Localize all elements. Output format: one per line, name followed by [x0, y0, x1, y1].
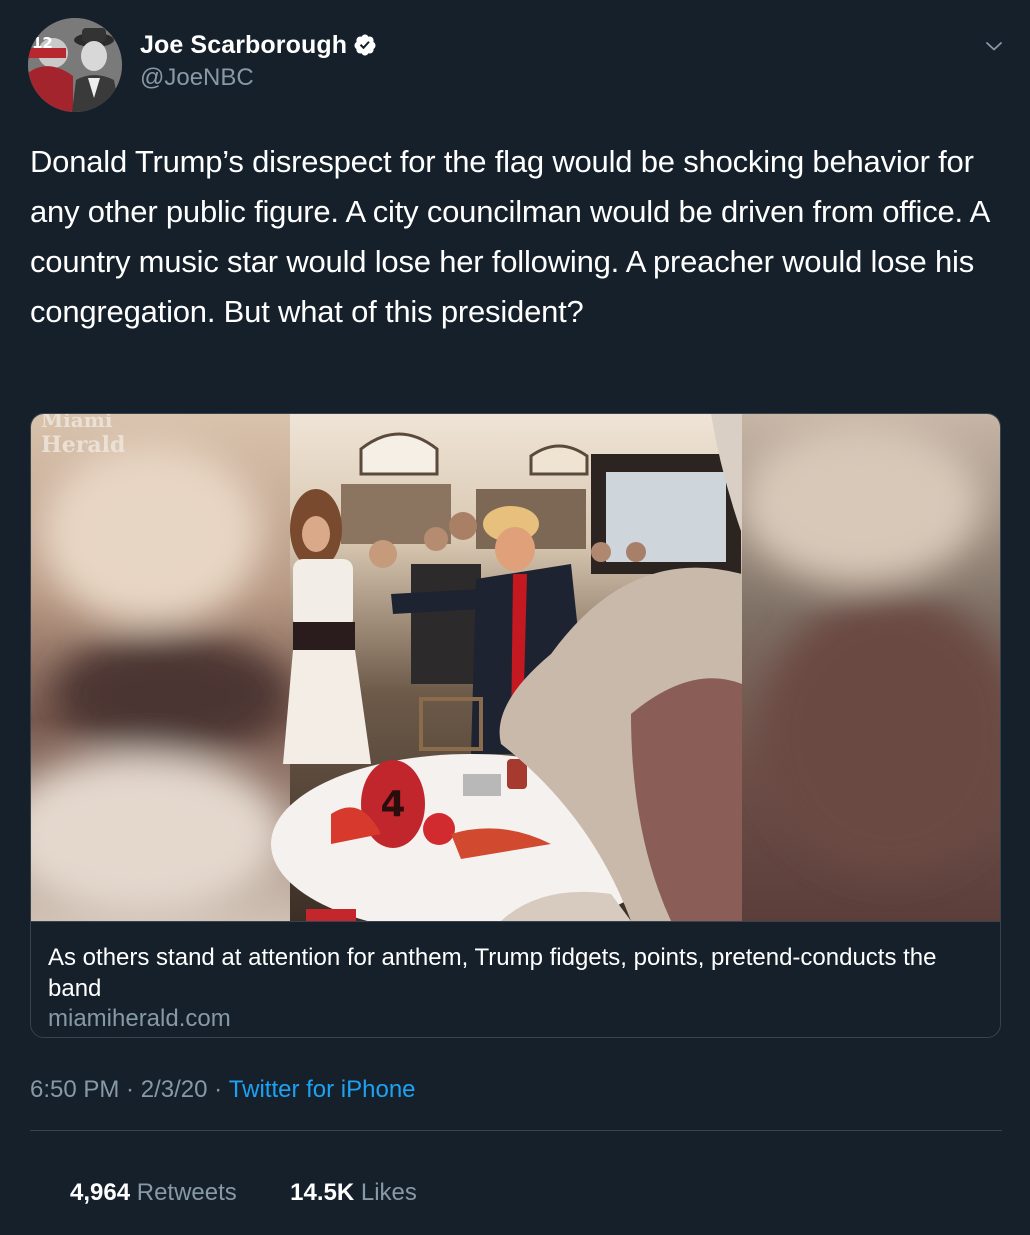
name-row: Joe Scarborough [140, 28, 377, 62]
tweet-time[interactable]: 6:50 PM [30, 1076, 119, 1104]
display-name[interactable]: Joe Scarborough [140, 31, 347, 60]
meta-separator: · [119, 1076, 141, 1103]
link-card[interactable]: 4 Miami Herald As others stand at attent… [30, 413, 1001, 1038]
likes-stat[interactable]: 14.5K Likes [250, 1151, 417, 1235]
meta-separator-2: · [207, 1076, 229, 1103]
divider [30, 1130, 1002, 1131]
retweets-count: 4,964 [70, 1179, 131, 1206]
tweet-meta: 6:50 PM · 2/3/20 · Twitter for iPhone [30, 1076, 416, 1104]
watermark-line1: Miami [41, 414, 113, 432]
handle[interactable]: @JoeNBC [140, 64, 377, 92]
table-number: 4 [380, 784, 405, 825]
tweet-stats: 4,964 Retweets 14.5K Likes [30, 1151, 417, 1235]
author-block: Joe Scarborough @JoeNBC [140, 28, 377, 92]
card-photo: 4 Miami Herald [31, 414, 1000, 921]
verified-badge-icon [354, 34, 376, 56]
retweets-label: Retweets [136, 1179, 237, 1206]
chevron-down-icon[interactable] [982, 34, 1006, 58]
tweet-detail: 12 Joe Scarborough @JoeNBC Donald Trump’… [0, 0, 1030, 1206]
tweet-date[interactable]: 2/3/20 [141, 1076, 208, 1104]
likes-count: 14.5K [290, 1179, 355, 1206]
avatar-photo [28, 18, 122, 112]
card-body[interactable]: As others stand at attention for anthem,… [31, 921, 1000, 1037]
tweet-source-link[interactable]: Twitter for iPhone [229, 1076, 416, 1104]
card-title: As others stand at attention for anthem,… [48, 944, 937, 1002]
card-domain: miamiherald.com [48, 1005, 231, 1032]
card-image[interactable]: 4 Miami Herald [31, 414, 1000, 921]
avatar-jersey-text: 12 [32, 34, 53, 52]
likes-label: Likes [360, 1179, 417, 1206]
tweet-text: Donald Trump’s disrespect for the flag w… [30, 144, 989, 329]
watermark-line2: Herald [41, 432, 125, 458]
avatar[interactable]: 12 [28, 18, 122, 112]
retweets-stat[interactable]: 4,964 Retweets [30, 1151, 237, 1235]
